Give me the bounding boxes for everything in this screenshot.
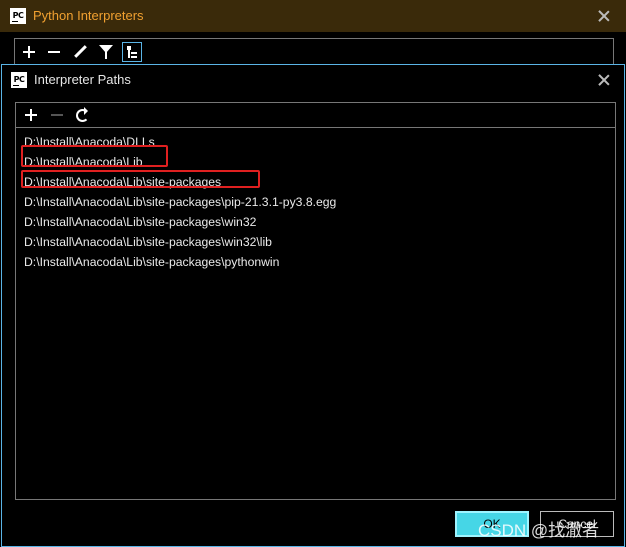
interpreters-toolbar [14,38,614,66]
ok-button[interactable]: OK [455,511,529,537]
list-item[interactable]: D:\Install\Anacoda\Lib\site-packages\win… [16,232,615,252]
outer-title-bar: PC Python Interpreters [0,0,626,32]
edit-interpreter-icon[interactable] [70,42,90,62]
pycharm-logo-icon: PC [11,72,27,88]
list-item[interactable]: D:\Install\Anacoda\Lib\site-packages\pip… [16,192,615,212]
highlight-box-lib [21,145,168,167]
list-item[interactable]: D:\Install\Anacoda\Lib\site-packages\win… [16,212,615,232]
list-item[interactable]: D:\Install\Anacoda\Lib\site-packages\pyt… [16,252,615,272]
add-interpreter-icon[interactable] [19,42,39,62]
filter-icon[interactable] [96,42,116,62]
outer-close-icon[interactable] [598,10,610,22]
interpreter-paths-dialog: PC Interpreter Paths D:\Install\Anacoda\… [1,64,625,547]
add-path-icon[interactable] [21,105,41,125]
paths-toolbar [15,102,616,128]
dialog-close-icon[interactable] [598,74,610,86]
show-paths-tree-icon[interactable] [122,42,142,62]
outer-window-title: Python Interpreters [33,8,144,23]
highlight-box-site-packages [21,170,260,188]
remove-interpreter-icon[interactable] [44,42,64,62]
remove-path-icon[interactable] [47,105,67,125]
dialog-title: Interpreter Paths [34,72,131,87]
reload-paths-icon[interactable] [72,105,92,125]
pycharm-logo-icon: PC [10,8,26,24]
cancel-button[interactable]: Cancel [540,511,614,537]
